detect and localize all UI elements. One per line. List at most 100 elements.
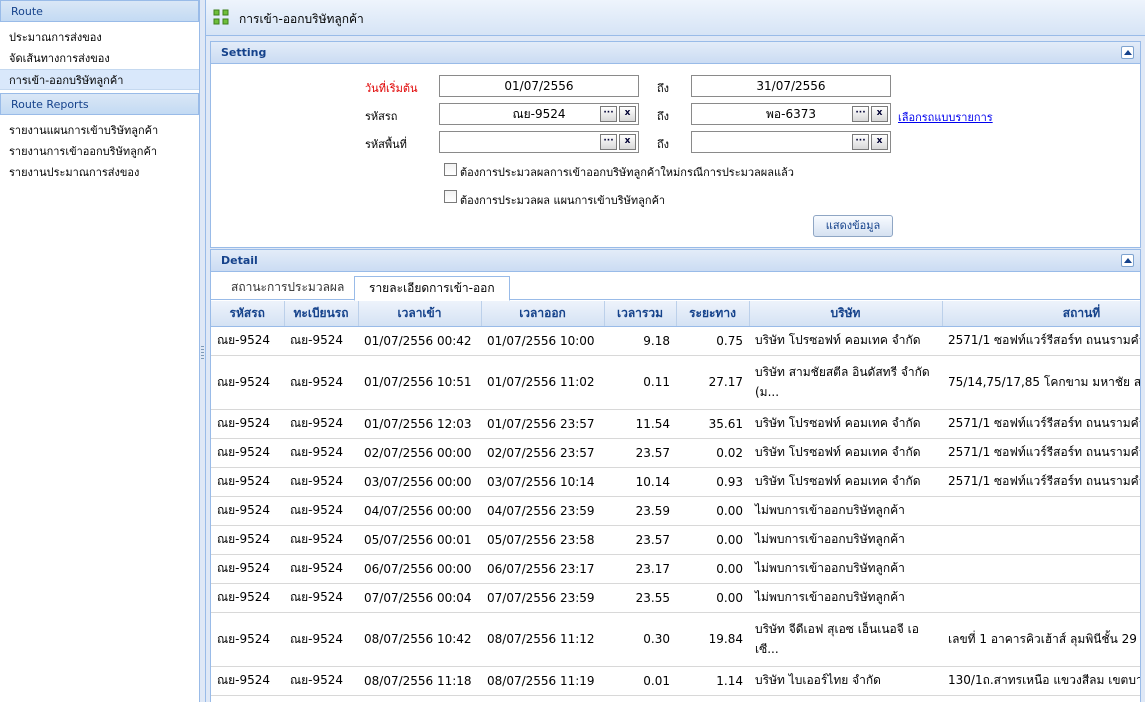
splitter-grip[interactable] <box>201 346 204 360</box>
cell-plate: ณย-9524 <box>284 612 358 667</box>
cell-time-out: 06/07/2556 23:17 <box>481 554 604 584</box>
cell-distance: 1.14 <box>676 666 749 696</box>
cell-time-out: 08/07/2556 11:19 <box>481 666 604 696</box>
cell-company: บริษัท โปรซอฟท์ คอมเทค จำกัด <box>749 326 942 356</box>
tab-in-out-details[interactable]: รายละเอียดการเข้า-ออก <box>354 276 510 301</box>
setting-panel-header: Setting <box>211 42 1140 64</box>
area-to-field[interactable]: ··· x <box>691 131 891 153</box>
column-header-place[interactable]: สถานที่ <box>942 301 1140 327</box>
table-row[interactable]: ณย-9524 ณย-9524 01/07/2556 12:03 01/07/2556… <box>211 409 1140 439</box>
nav-item-route-planning[interactable]: จัดเส้นทางการส่งของ <box>0 48 199 69</box>
nav-item-customer-in-out[interactable]: การเข้า-ออกบริษัทลูกค้า <box>0 69 199 90</box>
process-plan-checkbox[interactable] <box>444 190 457 203</box>
cell-place: เลขที่ 1 อาคารคิวเฮ้าส์ ลุมพินีชั้น 29 ถ… <box>942 612 1140 667</box>
vehicle-code-label: รหัสรถ <box>365 110 398 123</box>
table-row[interactable]: ณย-9524 ณย-9524 05/07/2556 00:01 05/07/2556… <box>211 525 1140 555</box>
area-from-clear-button[interactable]: x <box>619 134 636 150</box>
cell-time-out: 07/07/2556 23:59 <box>481 583 604 613</box>
table-row[interactable]: ณย-9524 ณย-9524 02/07/2556 00:00 02/07/2556… <box>211 438 1140 468</box>
cell-time-out: 02/07/2556 23:57 <box>481 438 604 468</box>
cell-plate: ณย-9524 <box>284 438 358 468</box>
collapse-setting-button[interactable] <box>1121 46 1134 59</box>
vehicle-from-field[interactable]: ··· x <box>439 103 639 125</box>
cell-company: บริษัท โปรซอฟท์ คอมเทค จำกัด <box>749 409 942 439</box>
table-row[interactable]: ณย-9524 ณย-9524 01/07/2556 10:51 01/07/2556… <box>211 355 1140 410</box>
table-row[interactable]: ณย-9524 ณย-9524 01/07/2556 00:42 01/07/2556… <box>211 326 1140 356</box>
table-row[interactable]: ณย-9524 ณย-9524 07/07/2556 00:04 07/07/2556… <box>211 583 1140 613</box>
cell-time-out: 05/07/2556 23:58 <box>481 525 604 555</box>
cell-total-time: 10.14 <box>604 467 676 497</box>
process-plan-checkbox-label: ต้องการประมวลผล แผนการเข้าบริษัทลูกค้า <box>460 194 666 207</box>
start-date-field[interactable] <box>439 75 639 97</box>
column-header-distance[interactable]: ระยะทาง <box>676 301 750 327</box>
vehicle-to-browse-button[interactable]: ··· <box>852 106 869 122</box>
page-title: การเข้า-ออกบริษัทลูกค้า <box>239 12 364 26</box>
table-row[interactable]: ณย-9524 ณย-9524 08/07/2556 10:42 08/07/2556… <box>211 612 1140 667</box>
vehicle-to-clear-button[interactable]: x <box>871 106 888 122</box>
table-row[interactable]: ณย-9524 ณย-9524 04/07/2556 00:00 04/07/2556… <box>211 496 1140 526</box>
table-row[interactable]: ณย-9524 ณย-9524 03/07/2556 00:00 03/07/2556… <box>211 467 1140 497</box>
area-to-input[interactable] <box>711 132 871 152</box>
vehicle-to-input[interactable] <box>711 104 871 125</box>
cell-plate: ณย-9524 <box>284 326 358 356</box>
cell-company: บริษัท โปรซอฟท์ คอมเทค จำกัด <box>749 438 942 468</box>
column-header-total-time[interactable]: เวลารวม <box>604 301 677 327</box>
cell-vehicle-code: ณย-9524 <box>211 409 284 439</box>
reprocess-checkbox[interactable] <box>444 163 457 176</box>
cell-time-in: 02/07/2556 00:00 <box>358 438 481 468</box>
column-header-time-in[interactable]: เวลาเข้า <box>358 301 482 327</box>
cell-time-in: 05/07/2556 00:01 <box>358 525 481 555</box>
setting-panel: Setting วันที่เริ่มต้น ถึง รหัสรถ ··· x … <box>210 41 1141 248</box>
area-to-browse-button[interactable]: ··· <box>852 134 869 150</box>
column-header-time-out[interactable]: เวลาออก <box>481 301 605 327</box>
table-row[interactable]: ณย-9524 ณย-9524 06/07/2556 00:00 06/07/2556… <box>211 554 1140 584</box>
end-date-input[interactable] <box>692 76 890 96</box>
setting-title: Setting <box>221 46 267 59</box>
cell-vehicle-code: ณย-9524 <box>211 525 284 555</box>
grid-app-icon <box>213 9 229 25</box>
cell-time-in: 01/07/2556 00:42 <box>358 326 481 356</box>
vehicle-from-browse-button[interactable]: ··· <box>600 106 617 122</box>
cell-total-time: 23.57 <box>604 438 676 468</box>
cell-distance: 0.00 <box>676 554 749 584</box>
vehicle-from-input[interactable] <box>459 104 619 125</box>
cell-place: 75/14,75/17,85 โคกขาม มหาชัย สมุทรสาคร <box>942 355 1140 410</box>
nav-item-report-visit-plan[interactable]: รายงานแผนการเข้าบริษัทลูกค้า <box>0 120 199 141</box>
nav-item-delivery-estimate[interactable]: ประมาณการส่งของ <box>0 27 199 48</box>
area-from-input[interactable] <box>459 132 619 152</box>
show-data-button[interactable]: แสดงข้อมูล <box>813 215 893 237</box>
area-to-clear-button[interactable]: x <box>871 134 888 150</box>
cell-time-in: 08/07/2556 11:18 <box>358 666 481 696</box>
cell-distance: 0.93 <box>676 467 749 497</box>
select-vehicle-list-link[interactable]: เลือกรถแบบรายการ <box>898 108 993 126</box>
area-from-field[interactable]: ··· x <box>439 131 639 153</box>
area-from-browse-button[interactable]: ··· <box>600 134 617 150</box>
table-header-row: รหัสรถ ทะเบียนรถ เวลาเข้า เวลาออก เวลารว… <box>211 301 1140 327</box>
vehicle-to-field[interactable]: ··· x <box>691 103 891 125</box>
nav-item-report-delivery-estimate[interactable]: รายงานประมาณการส่งของ <box>0 162 199 183</box>
table-row[interactable]: ณย-9524 ณย-9524 08/07/2556 11:18 08/07/2556… <box>211 666 1140 696</box>
column-header-vehicle-code[interactable]: รหัสรถ <box>211 301 285 327</box>
nav-header-route[interactable]: Route <box>0 0 199 22</box>
column-header-company[interactable]: บริษัท <box>749 301 943 327</box>
cell-total-time: 23.17 <box>604 554 676 584</box>
cell-total-time: 23.59 <box>604 496 676 526</box>
end-date-field[interactable] <box>691 75 891 97</box>
start-date-input[interactable] <box>440 76 638 96</box>
cell-company: บริษัท โปรซอฟท์ คอมเทค จำกัด <box>749 467 942 497</box>
route-menu: ประมาณการส่งของ จัดเส้นทางการส่งของ การเ… <box>0 22 199 93</box>
cell-place: 2571/1 ซอฟท์แวร์รีสอร์ท ถนนรามคำแหง <box>942 467 1140 497</box>
tab-process-status[interactable]: สถานะการประมวลผล <box>217 276 358 300</box>
cell-time-out: 03/07/2556 10:14 <box>481 467 604 497</box>
cell-company: ไม่พบการเข้าออกบริษัทลูกค้า <box>749 583 942 613</box>
date-to-label: ถึง <box>657 82 670 95</box>
collapse-detail-button[interactable] <box>1121 254 1134 267</box>
nav-item-report-in-out[interactable]: รายงานการเข้าออกบริษัทลูกค้า <box>0 141 199 162</box>
vehicle-from-clear-button[interactable]: x <box>619 106 636 122</box>
cell-distance: 27.17 <box>676 355 749 410</box>
cell-time-in: 04/07/2556 00:00 <box>358 496 481 526</box>
cell-distance: 0.02 <box>676 438 749 468</box>
column-header-plate[interactable]: ทะเบียนรถ <box>284 301 359 327</box>
nav-header-route-reports[interactable]: Route Reports <box>0 93 199 115</box>
cell-total-time: 11.54 <box>604 409 676 439</box>
